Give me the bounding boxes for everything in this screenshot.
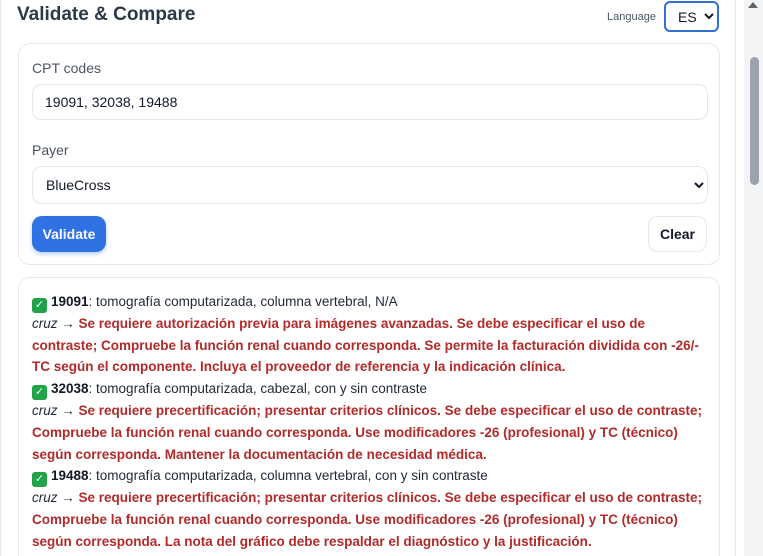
payer-rule-text: Se requiere precertificación; presentar … [32, 490, 703, 549]
check-mark-icon: ✓ [32, 472, 47, 488]
result-item: ✓ 19091: tomografía computarizada, column… [32, 291, 705, 378]
language-select[interactable]: ES [664, 1, 719, 32]
result-heading: ✓ 19488: tomografía computarizada, column… [32, 465, 705, 488]
result-heading: ✓ 19091: tomografía computarizada, column… [32, 291, 705, 313]
clear-button[interactable]: Clear [648, 216, 707, 252]
result-item: ✓ 19488: tomografía computarizada, column… [32, 465, 705, 552]
validate-button[interactable]: Validate [32, 216, 106, 252]
check-mark-icon: ✓ [32, 298, 47, 313]
code-description: : tomografía computarizada, columna vert… [88, 468, 488, 484]
payer-name: cruz [32, 403, 58, 419]
check-mark-icon: ✓ [32, 385, 47, 401]
arrow-icon: → [57, 403, 79, 419]
payer-note: cruz → Se requiere precertificación; pre… [32, 487, 705, 552]
payer-name: cruz [32, 490, 58, 506]
header: Validate & Compare Language ES [17, 0, 719, 34]
language-switcher: Language ES [607, 1, 719, 32]
cpt-codes-input[interactable] [32, 84, 708, 120]
result-item: ✓ 32038: tomografía computarizada, cabeza… [32, 378, 705, 465]
cpt-code: 19091 [51, 294, 89, 309]
page-title: Validate & Compare [17, 4, 196, 25]
payer-rule-text: Se requiere precertificación; presentar … [32, 403, 703, 462]
language-label: Language [607, 10, 656, 23]
scrollbar-thumb[interactable] [750, 57, 759, 185]
arrow-icon: → [57, 490, 79, 506]
validate-compare-panel: Validate & Compare Language ES CPT codes… [0, 0, 736, 556]
result-heading: ✓ 32038: tomografía computarizada, cabeza… [32, 378, 705, 401]
cpt-code: 19488 [51, 468, 89, 484]
payer-select[interactable]: BlueCross [32, 166, 708, 204]
validation-form: CPT codes Payer BlueCross Validate Clear [18, 43, 720, 265]
payer-label: Payer [32, 142, 69, 158]
code-description: : tomografía computarizada, cabezal, con… [88, 381, 427, 397]
results-panel: ✓ 19091: tomografía computarizada, column… [18, 277, 720, 556]
arrow-icon: → [57, 316, 79, 331]
cpt-code: 32038 [51, 381, 89, 397]
code-description: : tomografía computarizada, columna vert… [88, 294, 398, 309]
vertical-scrollbar[interactable] [744, 0, 763, 556]
scroll-up-arrow-icon[interactable] [748, 2, 758, 8]
cpt-codes-label: CPT codes [32, 60, 101, 76]
payer-rule-text: Se requiere autorización previa para imá… [32, 316, 699, 375]
payer-note: cruz → Se requiere precertificación; pre… [32, 400, 705, 465]
payer-name: cruz [32, 316, 58, 331]
payer-note: cruz → Se requiere autorización previa p… [32, 313, 705, 378]
